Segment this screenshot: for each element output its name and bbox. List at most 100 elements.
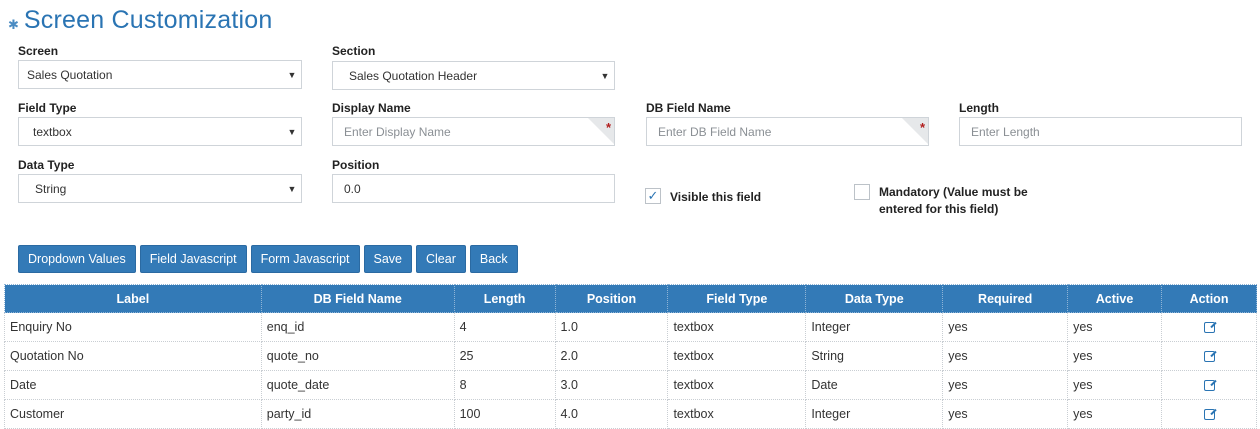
cell-length: 25 [453,341,556,371]
db-field-name-label: DB Field Name [646,101,731,115]
table-row: Quotation No quote_no 25 2.0 textbox Str… [4,341,1257,371]
cell-action [1161,370,1257,400]
cell-position: 2.0 [554,341,669,371]
screen-select[interactable]: Sales Quotation ▼ [18,60,302,89]
cell-db-field-name: quote_no [260,341,455,371]
table-header-row: Label DB Field Name Length Position Fiel… [4,284,1257,313]
db-field-name-field[interactable]: * [646,117,929,146]
column-header-action: Action [1161,284,1257,313]
field-type-select[interactable]: textbox ▼ [18,117,302,146]
mandatory-label-line1: Mandatory (Value must be [879,185,1028,199]
cell-data-type: Integer [805,312,944,342]
cell-action [1161,312,1257,342]
column-header-field-type[interactable]: Field Type [667,284,807,313]
edit-icon[interactable] [1203,380,1215,392]
cell-data-type: Date [805,370,944,400]
position-field[interactable] [332,174,615,203]
column-header-position[interactable]: Position [554,284,669,313]
visible-checkbox-label: Visible this field [670,190,762,204]
cell-action [1161,399,1257,429]
section-label: Section [332,44,376,58]
data-type-select[interactable]: String ▼ [18,174,302,203]
cell-required: yes [942,370,1069,400]
length-input[interactable] [960,118,1241,145]
display-name-label: Display Name [332,101,411,115]
position-label: Position [332,158,380,172]
section-select[interactable]: Sales Quotation Header ▼ [332,61,615,90]
table-row: Date quote_date 8 3.0 textbox Date yes y… [4,370,1257,400]
cell-field-type: textbox [667,370,807,400]
mandatory-label-line2: entered for this field) [879,202,999,216]
table-row: Enquiry No enq_id 4 1.0 textbox Integer … [4,312,1257,342]
field-type-value: textbox [33,124,72,139]
column-header-active[interactable]: Active [1067,284,1163,313]
chevron-down-icon: ▼ [287,183,297,194]
cell-active: yes [1067,399,1163,429]
cell-field-type: textbox [667,341,807,371]
cell-label: Enquiry No [4,312,262,342]
cell-field-type: textbox [667,399,807,429]
column-header-required[interactable]: Required [942,284,1069,313]
length-label: Length [959,101,999,115]
cell-active: yes [1067,370,1163,400]
cell-data-type: Integer [805,399,944,429]
checkbox-empty-icon[interactable] [854,184,870,200]
cell-db-field-name: enq_id [260,312,455,342]
clear-button[interactable]: Clear [416,245,466,273]
table-row: Customer party_id 100 4.0 textbox Intege… [4,399,1257,429]
data-type-label: Data Type [18,158,75,172]
back-button[interactable]: Back [469,245,518,273]
cell-label: Quotation No [4,341,262,371]
chevron-down-icon: ▼ [287,126,297,137]
db-field-name-input[interactable] [647,118,928,145]
position-input[interactable] [333,175,614,202]
edit-icon[interactable] [1203,409,1215,421]
chevron-down-icon: ▼ [600,70,610,81]
cell-required: yes [942,399,1069,429]
data-type-value: String [35,181,67,196]
cell-active: yes [1067,341,1163,371]
action-toolbar: Dropdown Values Field Javascript Form Ja… [18,245,518,273]
visible-checkbox[interactable]: ✓ Visible this field [645,188,761,204]
screen-label: Screen [18,44,59,58]
cell-db-field-name: quote_date [260,370,455,400]
cell-length: 8 [453,370,556,400]
cell-active: yes [1067,312,1163,342]
edit-icon[interactable] [1203,351,1215,363]
dropdown-values-button[interactable]: Dropdown Values [18,245,136,273]
save-button[interactable]: Save [363,245,412,273]
mandatory-checkbox-label: Mandatory (Value must be entered for thi… [879,184,1028,218]
cell-action [1161,341,1257,371]
required-star-icon: * [605,120,611,135]
cell-position: 1.0 [554,312,669,342]
edit-icon[interactable] [1203,322,1215,334]
cell-required: yes [942,312,1069,342]
display-name-input[interactable] [333,118,614,145]
column-header-db-field-name[interactable]: DB Field Name [260,284,455,313]
cell-position: 4.0 [554,399,669,429]
cell-db-field-name: party_id [260,399,455,429]
page-title: Screen Customization [23,6,273,34]
cell-length: 4 [453,312,556,342]
length-field[interactable] [959,117,1242,146]
fields-table: Label DB Field Name Length Position Fiel… [4,284,1257,429]
cell-data-type: String [805,341,944,371]
checkmark-icon[interactable]: ✓ [645,188,661,204]
display-name-field[interactable]: * [332,117,615,146]
column-header-data-type[interactable]: Data Type [805,284,944,313]
field-javascript-button[interactable]: Field Javascript [139,245,247,273]
mandatory-checkbox[interactable]: Mandatory (Value must be entered for thi… [854,184,1028,218]
cell-label: Date [4,370,262,400]
field-type-label: Field Type [18,101,77,115]
cell-position: 3.0 [554,370,669,400]
form-javascript-button[interactable]: Form Javascript [250,245,360,273]
cell-required: yes [942,341,1069,371]
section-select-value: Sales Quotation Header [349,68,478,83]
caret-down-icon: ▼ [287,69,297,80]
column-header-length[interactable]: Length [453,284,556,313]
column-header-label[interactable]: Label [4,284,262,313]
required-star-icon: * [919,120,925,135]
cell-label: Customer [4,399,262,429]
gear-icon: ✱ [8,16,19,32]
page-header: ✱ Screen Customization [8,6,272,35]
